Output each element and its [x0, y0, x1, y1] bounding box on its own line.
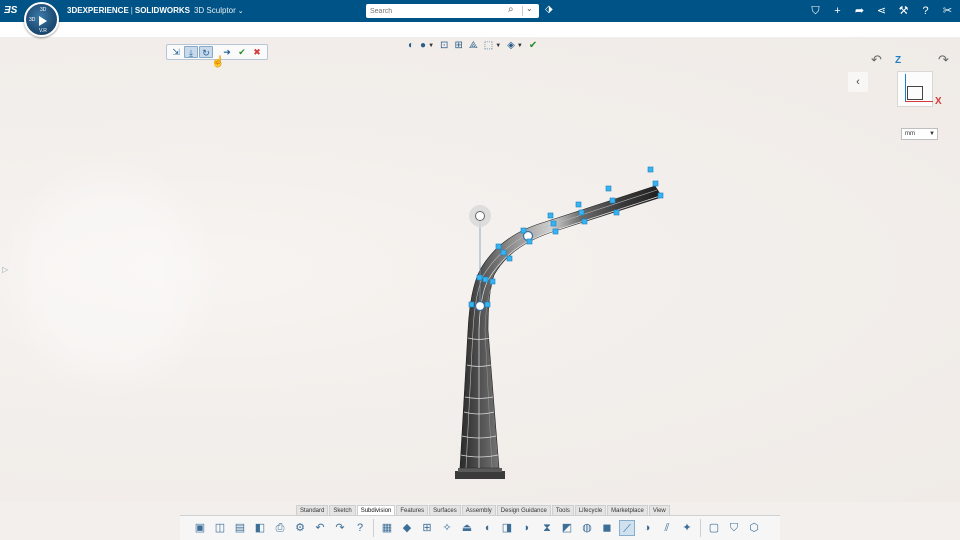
display-mode-icon[interactable]: ◈	[507, 40, 515, 52]
hand-cursor-icon: ☝	[211, 56, 225, 68]
axis-x-label: X	[935, 96, 942, 107]
save-as-icon[interactable]: ◧	[252, 520, 268, 536]
compass-label-left: 3D	[29, 17, 36, 23]
chevron-down-icon[interactable]: ▼	[517, 40, 523, 52]
part-icon[interactable]: ▢	[706, 520, 722, 536]
tab-lifecycle[interactable]: Lifecycle	[574, 505, 607, 515]
axis-x-line	[905, 101, 933, 102]
compass-icon[interactable]: 3D 3D V.R	[24, 2, 59, 37]
cloth-icon[interactable]: ⛉	[726, 520, 742, 536]
view-selector-icon[interactable]: ⟁	[469, 40, 478, 52]
command-separator	[373, 519, 374, 537]
shell-icon[interactable]: ◍	[579, 520, 595, 536]
cancel-icon[interactable]: ✖	[250, 46, 264, 58]
twist-icon[interactable]: ✦	[679, 520, 695, 536]
tab-marketplace[interactable]: Marketplace	[607, 505, 648, 515]
sweep-icon[interactable]: ◗	[519, 520, 535, 536]
chevron-down-icon[interactable]: ▼	[428, 40, 434, 52]
tab-tools[interactable]: Tools	[551, 505, 574, 515]
sphere-icon[interactable]: ◑	[639, 520, 655, 536]
model-base	[455, 471, 505, 479]
axis-z-line	[905, 74, 906, 102]
rebuild-icon[interactable]: ✔	[529, 40, 537, 52]
command-tabs: Standard Sketch Subdivision Features Sur…	[296, 505, 671, 515]
axis-z-label: Z	[895, 55, 902, 66]
bend-icon[interactable]: ⫽	[659, 520, 675, 536]
redo-icon[interactable]: ↷	[332, 520, 348, 536]
cube-icon[interactable]: ◼	[599, 520, 615, 536]
loft-icon[interactable]: ⧗	[539, 520, 555, 536]
compass-label-bottom: V.R	[39, 28, 47, 34]
extrude-icon[interactable]: ◖	[479, 520, 495, 536]
tab-surfaces[interactable]: Surfaces	[429, 505, 461, 515]
mesh-icon[interactable]: ⬡	[746, 520, 762, 536]
units-select[interactable]: mm ▼	[901, 128, 938, 140]
ok-icon[interactable]: ✔	[235, 46, 249, 58]
units-value: mm	[905, 131, 915, 137]
display-style-icon[interactable]: ◐	[408, 40, 414, 52]
compass-label-top: 3D	[40, 7, 47, 13]
tab-sketch[interactable]: Sketch	[329, 505, 356, 515]
model-edge-line	[478, 195, 661, 468]
settings-icon[interactable]: ⚙	[292, 520, 308, 536]
tab-design-guidance[interactable]: Design Guidance	[496, 505, 551, 515]
cube-inner-face	[907, 86, 923, 100]
face-icon[interactable]: ◩	[559, 520, 575, 536]
move-icon[interactable]: ⇲	[169, 46, 183, 58]
control-points[interactable]	[468, 166, 664, 308]
play-icon[interactable]	[39, 16, 47, 26]
view-toolbar: ◐ ● ▼ ⊡ ⊞ ⟁ ⬚ ▼ ◈ ▼ ✔	[408, 40, 537, 52]
chevron-left-icon[interactable]: ‹	[848, 72, 868, 92]
undo-icon[interactable]: ↶	[312, 520, 328, 536]
vertex-icon[interactable]: ✧	[439, 520, 455, 536]
model-base-top	[458, 468, 502, 472]
new-icon[interactable]: ▣	[192, 520, 208, 536]
plane-icon[interactable]: ⏏	[459, 520, 475, 536]
section-view-icon[interactable]: ⊞	[454, 40, 462, 52]
chevron-down-icon[interactable]: ▼	[495, 40, 501, 52]
rotate-right-icon[interactable]: ↷	[938, 52, 949, 68]
grid-icon[interactable]: ⊞	[419, 520, 435, 536]
table-icon[interactable]: ▦	[379, 520, 395, 536]
save-icon[interactable]: ▤	[232, 520, 248, 536]
command-separator	[700, 519, 701, 537]
command-bar: ▣ ◫ ▤ ◧ ⎙ ⚙ ↶ ↷ ? ▦ ◆ ⊞ ✧ ⏏ ◖ ◨ ◗ ⧗ ◩ ◍ …	[180, 515, 780, 540]
zoom-fit-icon[interactable]: ⊡	[440, 40, 448, 52]
rotate-left-icon[interactable]: ↶	[871, 52, 882, 68]
tab-subdivision[interactable]: Subdivision	[356, 505, 396, 515]
open-icon[interactable]: ◫	[212, 520, 228, 536]
sculpt-icon[interactable]: ⟋	[619, 520, 635, 536]
print-icon[interactable]: ⎙	[272, 520, 288, 536]
revolve-icon[interactable]: ◨	[499, 520, 515, 536]
tab-assembly[interactable]: Assembly	[461, 505, 496, 515]
view-cube[interactable]: Z X	[895, 55, 942, 108]
handle-grip[interactable]	[475, 211, 485, 221]
vertex-selected[interactable]	[474, 300, 486, 312]
pull-icon[interactable]: ⤓	[184, 46, 198, 58]
panel-expand-icon[interactable]: ▷	[2, 265, 8, 274]
tab-features[interactable]: Features	[396, 505, 429, 515]
appearance-icon[interactable]: ●	[420, 40, 426, 52]
help-icon[interactable]: ?	[352, 520, 368, 536]
hide-show-icon[interactable]: ⬚	[484, 40, 493, 52]
box-icon[interactable]: ◆	[399, 520, 415, 536]
tab-view[interactable]: View	[648, 505, 670, 515]
tab-standard[interactable]: Standard	[296, 505, 329, 515]
sculpt-model[interactable]	[0, 0, 960, 540]
chevron-down-icon[interactable]: ▼	[929, 129, 935, 139]
